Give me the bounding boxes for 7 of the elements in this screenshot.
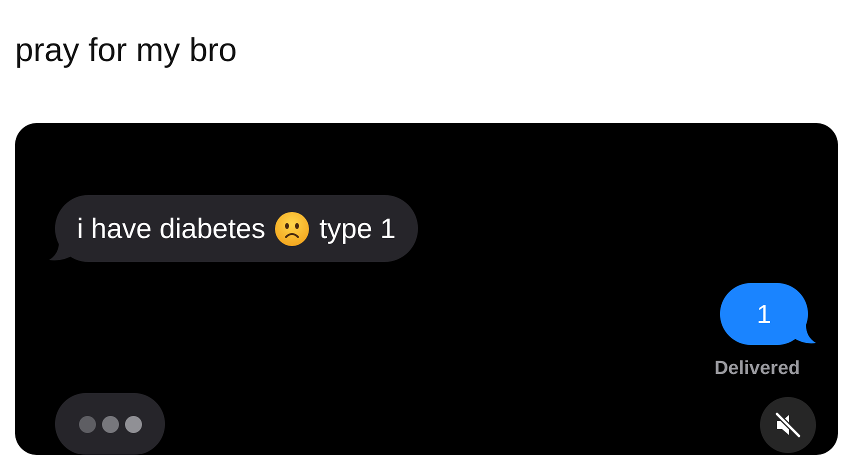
message-text: type 1 xyxy=(319,214,396,242)
muted-speaker-icon xyxy=(773,410,803,440)
frowning-face-icon xyxy=(275,212,310,246)
delivery-status: Delivered xyxy=(714,357,800,381)
bubble-tail xyxy=(792,325,816,345)
message-text: i have diabetes xyxy=(77,214,266,242)
post-caption: pray for my bro xyxy=(15,30,237,70)
